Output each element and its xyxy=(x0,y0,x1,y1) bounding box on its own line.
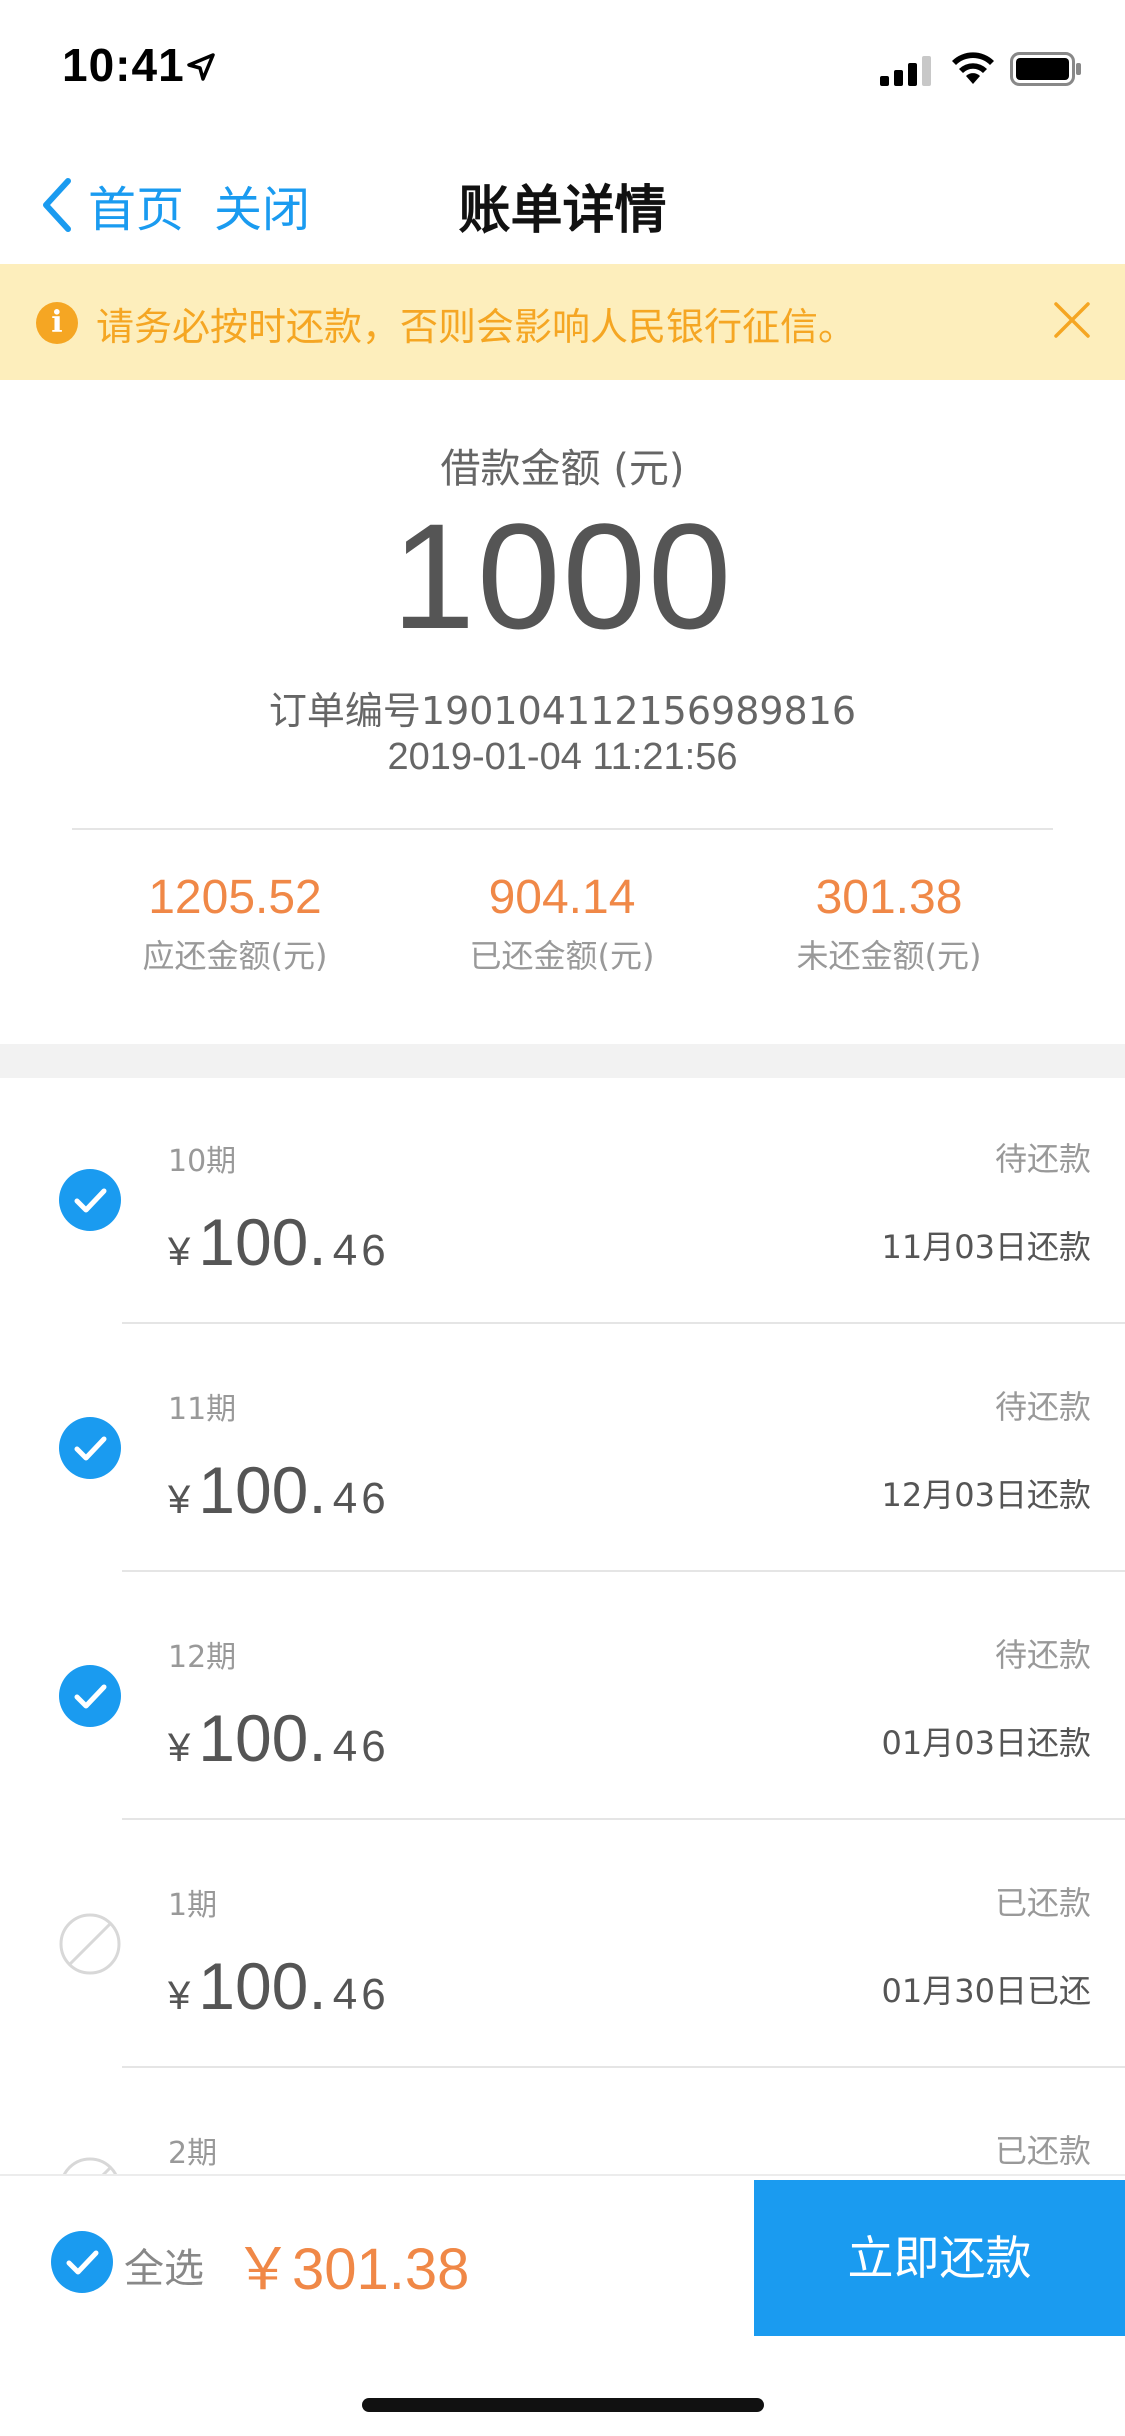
installment-status: 已还款 xyxy=(994,1884,1091,1922)
installment-row: 1期 ¥100. 46 已还款 01月30日已还 xyxy=(0,1822,1125,2070)
divider xyxy=(122,1322,1125,1324)
disabled-circle-icon xyxy=(59,1913,121,1975)
amount-decimal: 46 xyxy=(332,1226,390,1275)
disabled-circle-icon xyxy=(62,2157,118,2174)
currency-symbol: ¥ xyxy=(168,1478,191,1522)
period-label: 11期 xyxy=(168,1392,237,1427)
installment-amount: ¥100. 46 xyxy=(168,1700,390,1776)
period-label: 10期 xyxy=(168,1144,237,1179)
installment-row[interactable]: 11期 ¥100. 46 待还款 12月03日还款 xyxy=(0,1326,1125,1574)
installment-amount: ¥100. 46 xyxy=(168,1452,390,1528)
stat-value: 1205.52 xyxy=(148,871,322,924)
divider xyxy=(122,1818,1125,1820)
amount-integer: 100. xyxy=(198,1949,327,2023)
stat-value: 301.38 xyxy=(815,871,963,924)
selected-total: ￥301.38 xyxy=(234,2237,470,2302)
location-arrow-icon xyxy=(187,53,215,81)
installment-row[interactable]: 10期 ¥100. 46 待还款 11月03日还款 xyxy=(0,1078,1125,1326)
check-circle-icon[interactable] xyxy=(58,1168,122,1232)
select-all-label[interactable]: 全选 xyxy=(124,2236,204,2294)
amount-decimal: 46 xyxy=(332,1970,390,2019)
order-number: 订单编号19010411215698981​6 xyxy=(268,689,857,733)
period-label: 12期 xyxy=(168,1640,237,1675)
installment-list: 10期 ¥100. 46 待还款 11月03日还款 11期 ¥100. 46 待还款… xyxy=(0,1078,1125,2174)
notice-text: 请务必按时还款，否则会影响人民银行征信。 xyxy=(96,305,857,349)
stat-total-due: 1205.52 应还金额(元) xyxy=(65,870,405,977)
status-bar: 10:41 xyxy=(0,0,1125,132)
stat-label: 未还金额(元) xyxy=(796,937,982,975)
signal-icon xyxy=(880,56,931,86)
installment-row: 2期 已还款 xyxy=(0,2070,1125,2174)
order-time: 2019-01-04 11:21:56 xyxy=(387,736,738,778)
period-label: 1期 xyxy=(168,1888,218,1923)
installment-status: 待还款 xyxy=(994,1388,1091,1426)
wifi-icon xyxy=(952,52,994,84)
divider xyxy=(122,1570,1125,1572)
divider xyxy=(72,828,1053,830)
select-all-check-icon[interactable] xyxy=(50,2230,114,2294)
check-circle-icon[interactable] xyxy=(58,1416,122,1480)
installment-status: 待还款 xyxy=(994,1636,1091,1674)
loan-amount: 1000 xyxy=(391,492,734,660)
status-time: 10:41 xyxy=(62,39,185,91)
footer-bar: 全选 ￥301.38 立即还款 xyxy=(0,2174,1125,2436)
currency-symbol: ¥ xyxy=(168,1974,191,2018)
check-circle-icon[interactable] xyxy=(58,1664,122,1728)
stat-label: 已还金额(元) xyxy=(469,937,655,975)
battery-icon xyxy=(1010,52,1081,86)
amount-decimal: 46 xyxy=(332,1474,390,1523)
close-icon[interactable] xyxy=(1052,300,1092,340)
home-indicator xyxy=(362,2398,764,2412)
amount-decimal: 46 xyxy=(332,1722,390,1771)
notice-banner: i 请务必按时还款，否则会影响人民银行征信。 xyxy=(0,264,1125,380)
installment-amount: ¥100. 46 xyxy=(168,1204,390,1280)
currency-symbol: ¥ xyxy=(168,1230,191,1274)
due-date: 11月03日还款 xyxy=(881,1228,1091,1266)
loan-summary: 借款金额 (元) 1000 订单编号19010411215698981​6 20… xyxy=(0,380,1125,1044)
period-label: 2期 xyxy=(168,2136,218,2171)
due-date: 01月03日还款 xyxy=(881,1724,1091,1762)
installment-status: 已还款 xyxy=(994,2132,1091,2170)
due-date: 12月03日还款 xyxy=(881,1476,1091,1514)
installment-status: 待还款 xyxy=(994,1140,1091,1178)
pay-now-button[interactable]: 立即还款 xyxy=(754,2180,1125,2336)
currency-symbol: ¥ xyxy=(168,1726,191,1770)
due-date: 01月30日已还 xyxy=(881,1972,1091,2010)
amount-integer: 100. xyxy=(198,1701,327,1775)
divider xyxy=(122,2066,1125,2068)
amount-integer: 100. xyxy=(198,1205,327,1279)
loan-amount-label: 借款金额 (元) xyxy=(440,446,685,492)
stat-value: 904.14 xyxy=(488,871,636,924)
info-icon: i xyxy=(36,302,78,344)
stat-label: 应还金额(元) xyxy=(142,937,328,975)
amount-integer: 100. xyxy=(198,1453,327,1527)
page-title: 账单详情 xyxy=(458,181,667,241)
stat-paid: 904.14 已还金额(元) xyxy=(392,870,732,977)
installment-row[interactable]: 12期 ¥100. 46 待还款 01月03日还款 xyxy=(0,1574,1125,1822)
nav-bar: 首页 关闭 账单详情 xyxy=(0,132,1125,264)
installment-amount: ¥100. 46 xyxy=(168,1948,390,2024)
section-gap xyxy=(0,1044,1125,1078)
stat-unpaid: 301.38 未还金额(元) xyxy=(719,870,1059,977)
